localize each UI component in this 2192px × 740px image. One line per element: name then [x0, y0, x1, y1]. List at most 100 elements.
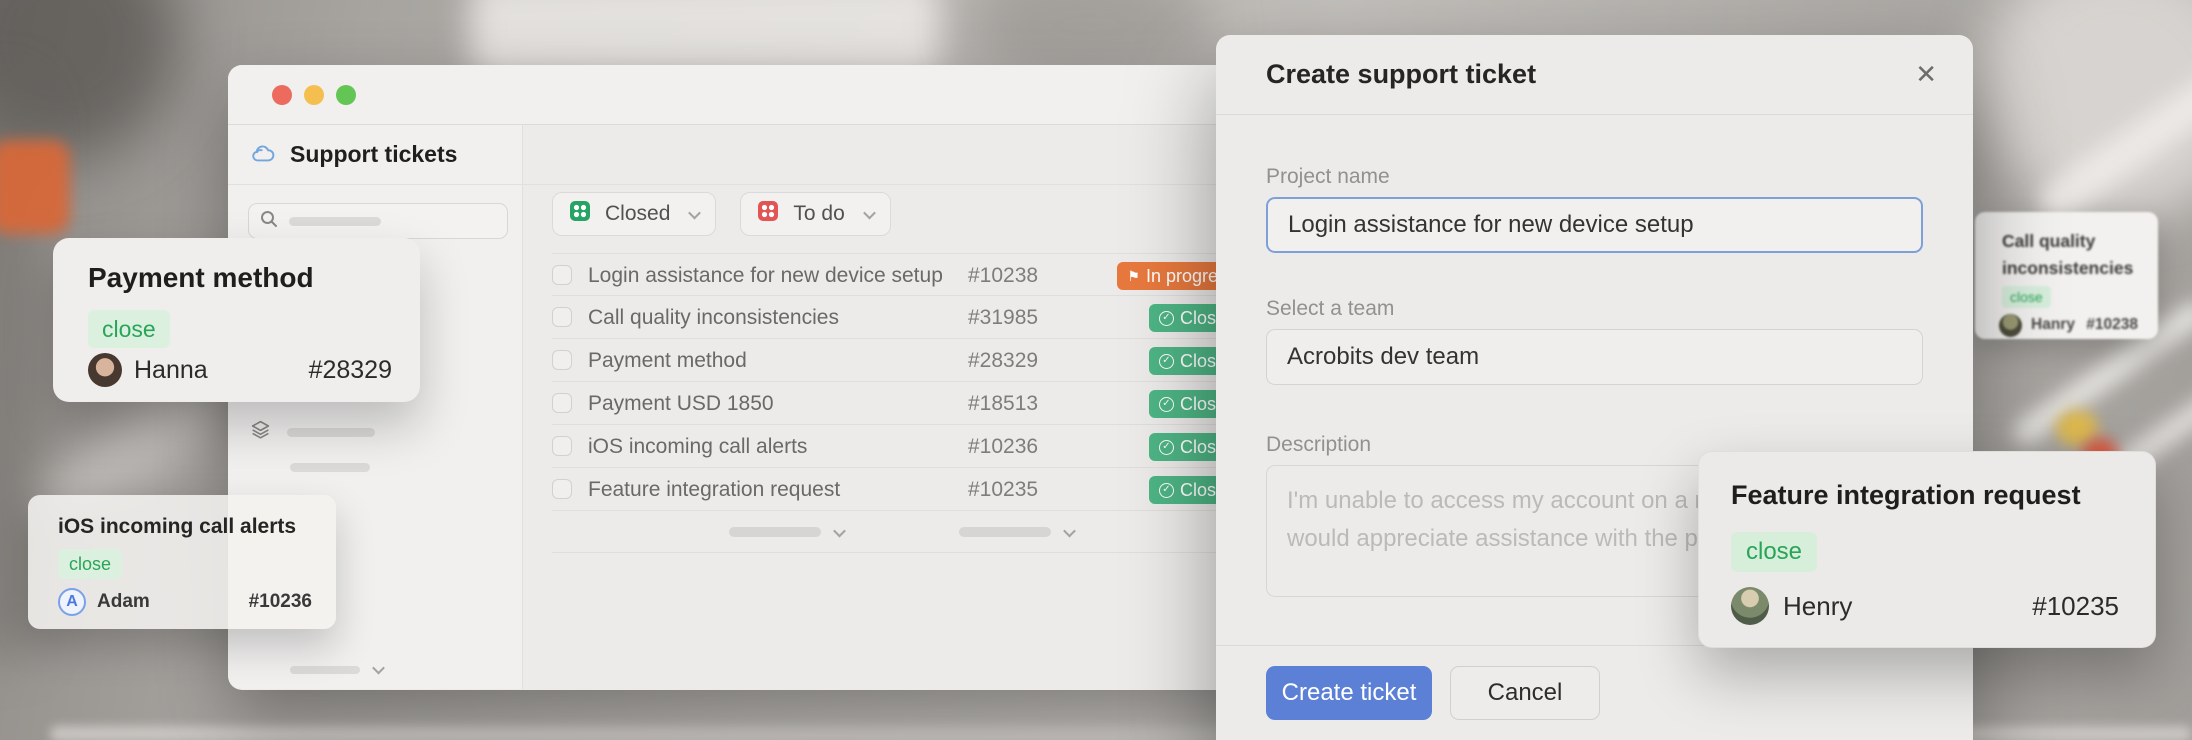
row-checkbox[interactable]	[552, 350, 572, 370]
ticket-title: Payment method	[588, 349, 747, 373]
filter-bar: Closed To do	[552, 192, 891, 236]
ticket-title: Call quality inconsistencies	[588, 306, 839, 330]
search-input[interactable]	[248, 203, 508, 239]
sidebar-item-skeleton	[287, 428, 375, 437]
bg-blur-blob	[0, 140, 70, 234]
ticket-number: #10236	[968, 435, 1038, 459]
table-row[interactable]: Call quality inconsistencies #31985 ✓ Cl…	[552, 296, 1246, 339]
chevron-down-icon	[833, 524, 846, 537]
footer-dropdown-skeleton[interactable]	[729, 527, 844, 537]
ticket-number: #10238	[2086, 316, 2138, 334]
grid-red-icon	[757, 200, 779, 228]
ticket-number: #10238	[968, 264, 1038, 288]
sidebar-footer-dropdown[interactable]	[290, 665, 383, 674]
close-window-button[interactable]	[272, 85, 292, 105]
close-status-badge: close	[58, 549, 122, 579]
filter-closed-dropdown[interactable]: Closed	[552, 192, 716, 236]
close-status-badge: close	[1731, 532, 1817, 572]
check-icon: ✓	[1159, 354, 1174, 369]
ticket-number: #10236	[249, 591, 312, 613]
ticket-title: Login assistance for new device setup	[588, 264, 943, 288]
skeleton-bar	[729, 527, 821, 537]
modal-header: Create support ticket ✕	[1216, 35, 1973, 115]
chevron-down-icon	[689, 206, 702, 219]
assignee-row: A Adam #10236	[58, 587, 312, 617]
modal-title: Create support ticket	[1266, 59, 1536, 90]
avatar	[1999, 314, 2022, 337]
row-checkbox[interactable]	[552, 436, 572, 456]
row-checkbox[interactable]	[552, 307, 572, 327]
table-row[interactable]: iOS incoming call alerts #10236 ✓ Closed	[552, 425, 1246, 468]
ticket-title: Feature integration request	[588, 478, 840, 502]
table-row[interactable]: Payment USD 1850 #18513 ✓ Closed	[552, 382, 1246, 425]
ticket-card-title: Call quality inconsistencies	[2002, 228, 2132, 282]
table-row[interactable]: Login assistance for new device setup #1…	[552, 253, 1246, 296]
ticket-card-title: Payment method	[88, 262, 314, 294]
ticket-number: #10235	[2032, 591, 2119, 622]
description-label: Description	[1266, 433, 1371, 457]
avatar	[1731, 587, 1769, 625]
row-checkbox[interactable]	[552, 393, 572, 413]
layers-icon	[250, 419, 271, 445]
app-header-left: Support tickets	[228, 125, 523, 184]
cloud-logo-icon	[250, 142, 276, 168]
filter-todo-dropdown[interactable]: To do	[740, 192, 890, 236]
table-row[interactable]: Feature integration request #10235 ✓ Clo…	[552, 468, 1246, 511]
ticket-number: #10235	[968, 478, 1038, 502]
search-placeholder-skeleton	[289, 217, 381, 226]
avatar	[88, 353, 122, 387]
project-name-label: Project name	[1266, 165, 1390, 189]
ticket-number: #28329	[968, 349, 1038, 373]
chevron-down-icon	[372, 662, 385, 675]
footer-dropdown-skeleton[interactable]	[959, 527, 1074, 537]
ticket-preview-card-payment-method[interactable]: Payment method close Hanna #28329	[53, 238, 420, 402]
ticket-preview-card-feature-request[interactable]: Feature integration request close Henry …	[1698, 451, 2156, 648]
chevron-down-icon	[863, 206, 876, 219]
filter-label: Closed	[605, 202, 670, 226]
project-name-field[interactable]	[1266, 197, 1923, 253]
search-icon	[259, 209, 279, 234]
assignee-name: Henry	[1783, 591, 1852, 622]
table-row[interactable]: Payment method #28329 ✓ Closed	[552, 339, 1246, 382]
minimize-window-button[interactable]	[304, 85, 324, 105]
assignee-name: Hanry	[2031, 316, 2075, 334]
assignee-row: Hanry #10238	[1999, 313, 2138, 337]
ticket-card-title: Feature integration request	[1731, 480, 2081, 511]
grid-green-icon	[569, 200, 591, 228]
row-checkbox[interactable]	[552, 265, 572, 285]
assignee-row: Hanna #28329	[88, 352, 392, 388]
assignee-name: Adam	[97, 591, 150, 613]
assignee-name: Hanna	[134, 356, 208, 385]
close-status-badge: close	[2002, 286, 2051, 308]
avatar-letter: A	[58, 588, 86, 616]
ticket-card-title: iOS incoming call alerts	[58, 515, 296, 539]
filter-label: To do	[793, 202, 844, 226]
ticket-number: #28329	[309, 356, 392, 385]
sidebar-item-skeleton	[290, 463, 370, 472]
sidebar-item[interactable]	[290, 463, 370, 472]
ticket-title: iOS incoming call alerts	[588, 435, 807, 459]
pin-icon: ⚑	[1127, 268, 1140, 285]
close-status-badge: close	[88, 310, 170, 348]
team-label: Select a team	[1266, 297, 1394, 321]
ticket-title: Payment USD 1850	[588, 392, 774, 416]
ticket-preview-card-ios-alerts[interactable]: iOS incoming call alerts close A Adam #1…	[28, 495, 336, 629]
skeleton-bar	[959, 527, 1051, 537]
sidebar-item[interactable]	[250, 419, 375, 445]
team-select-field[interactable]	[1266, 329, 1923, 385]
zoom-window-button[interactable]	[336, 85, 356, 105]
table-footer-skeleton-row	[552, 511, 1246, 553]
cancel-button[interactable]: Cancel	[1450, 666, 1600, 720]
sidebar-item-skeleton	[290, 666, 360, 674]
ticket-number: #31985	[968, 306, 1038, 330]
create-ticket-button[interactable]: Create ticket	[1266, 666, 1432, 720]
assignee-row: Henry #10235	[1731, 586, 2119, 626]
background-ticket-card: Call quality inconsistencies close Hanry…	[1975, 212, 2158, 339]
tickets-table: Login assistance for new device setup #1…	[552, 253, 1246, 553]
check-icon: ✓	[1159, 311, 1174, 326]
row-checkbox[interactable]	[552, 479, 572, 499]
close-icon[interactable]: ✕	[1915, 59, 1937, 90]
chevron-down-icon	[1063, 524, 1076, 537]
check-icon: ✓	[1159, 440, 1174, 455]
check-icon: ✓	[1159, 397, 1174, 412]
